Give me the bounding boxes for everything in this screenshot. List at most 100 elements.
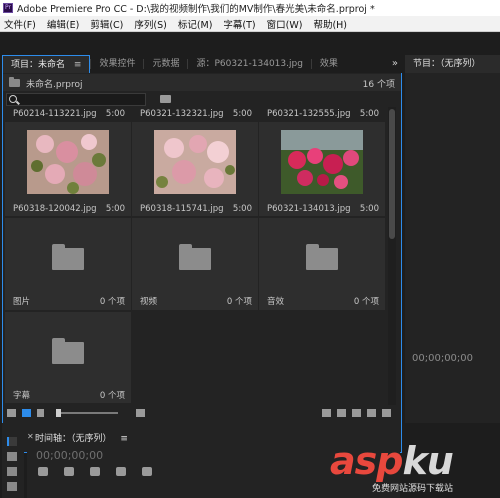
bin-name: 字幕 [13, 391, 31, 401]
tab-program[interactable]: 节目：（无序列） [405, 55, 500, 73]
watermark-subtitle: 免费网站源码下载站 [372, 484, 454, 494]
program-timecode: 00;00;00;00 [412, 353, 474, 364]
menu-help[interactable]: 帮助(H) [313, 17, 347, 31]
tab-metadata[interactable]: 元数据 [144, 55, 187, 73]
find-icon[interactable] [337, 408, 346, 417]
list-item[interactable]: P60321-132321.jpg 5:00 [132, 107, 258, 120]
menu-clip[interactable]: 剪辑(C) [90, 17, 123, 31]
ripple-edit-tool-icon[interactable] [7, 467, 17, 476]
clip-duration: 5:00 [232, 204, 252, 214]
clip-name: P60321-134013.jpg [267, 204, 351, 214]
menu-window[interactable]: 窗口(W) [267, 17, 303, 31]
list-item[interactable]: P60321-134013.jpg 5:00 [259, 122, 385, 216]
bin-folder-icon [52, 338, 84, 364]
menu-bar: 文件(F) 编辑(E) 剪辑(C) 序列(S) 标记(M) 字幕(T) 窗口(W… [0, 16, 500, 32]
bin-count: 0 个项 [99, 297, 125, 307]
new-bin-icon[interactable] [352, 408, 361, 417]
zoom-slider-handle[interactable] [56, 408, 61, 417]
icon-view-icon[interactable] [22, 408, 31, 417]
list-item[interactable]: 视频 0 个项 [132, 218, 258, 310]
clip-thumbnail [154, 130, 236, 194]
tab-source[interactable]: 源：P60321-134013.jpg [188, 55, 310, 73]
sort-icons-icon[interactable] [136, 408, 145, 417]
list-view-icon[interactable] [7, 408, 16, 417]
project-scrollbar[interactable] [388, 107, 396, 405]
list-item[interactable]: 字幕 0 个项 [5, 312, 131, 403]
search-icon [9, 94, 17, 103]
tab-effect-controls[interactable]: 效果控件 [91, 55, 143, 73]
clip-duration: 5:00 [232, 109, 252, 119]
menu-sequence[interactable]: 序列(S) [134, 17, 166, 31]
list-item[interactable]: P60321-132555.jpg 5:00 [259, 107, 385, 120]
selection-tool-icon[interactable] [7, 437, 17, 446]
project-grid: P60214-113221.jpg 5:00 P60321-132321.jpg… [3, 107, 401, 405]
project-header: 未命名.prproj 16 个项 [3, 74, 401, 92]
window-title: Adobe Premiere Pro CC - D:\我的视频制作\我们的MV制… [17, 4, 375, 15]
close-icon[interactable]: ✕ [27, 432, 34, 441]
clip-duration: 5:00 [105, 109, 125, 119]
menu-title[interactable]: 字幕(T) [223, 17, 255, 31]
program-monitor [405, 55, 500, 453]
clip-duration: 5:00 [359, 109, 379, 119]
list-item[interactable]: P60214-113221.jpg 5:00 [5, 107, 131, 120]
scrollbar-thumb[interactable] [389, 109, 395, 239]
list-item[interactable]: P60318-115741.jpg 5:00 [132, 122, 258, 216]
title-bar: Pr Adobe Premiere Pro CC - D:\我的视频制作\我们的… [0, 0, 500, 16]
menu-marker[interactable]: 标记(M) [178, 17, 213, 31]
zoom-slider[interactable] [56, 408, 118, 417]
clip-name: P60321-132555.jpg [267, 109, 351, 119]
project-toolbar [3, 405, 401, 420]
tab-timeline[interactable]: 时间轴：（无序列） ≡ [35, 431, 128, 444]
timeline-timecode: 00;00;00;00 [36, 449, 104, 462]
premiere-app-icon: Pr [3, 3, 13, 13]
clip-thumbnail [27, 130, 109, 194]
automate-to-sequence-icon[interactable] [322, 408, 331, 417]
linked-selection-icon[interactable] [64, 467, 74, 476]
new-search-bin-icon[interactable] [160, 95, 171, 103]
snap-icon[interactable] [38, 467, 48, 476]
bin-folder-icon [179, 244, 211, 270]
panel-menu-icon[interactable]: ≡ [74, 56, 82, 74]
track-select-tool-icon[interactable] [7, 452, 17, 461]
tabs-overflow-icon[interactable]: » [392, 55, 398, 73]
clip-name: P60214-113221.jpg [13, 109, 97, 119]
watermark-logo: aspku [330, 439, 454, 483]
item-count: 16 个项 [362, 79, 395, 90]
clip-duration: 5:00 [359, 204, 379, 214]
clip-name: P60321-132321.jpg [140, 109, 224, 119]
list-item[interactable]: 图片 0 个项 [5, 218, 131, 310]
clip-duration: 5:00 [105, 204, 125, 214]
bin-name: 图片 [13, 297, 31, 307]
clear-trash-icon[interactable] [382, 408, 391, 417]
bin-name: 音效 [267, 297, 285, 307]
marker-icon[interactable] [116, 467, 126, 476]
razor-tool-icon[interactable] [7, 482, 17, 491]
menu-edit[interactable]: 编辑(E) [47, 17, 79, 31]
clip-name: P60318-115741.jpg [140, 204, 224, 214]
freeform-view-icon[interactable] [37, 408, 44, 417]
clip-thumbnail [281, 130, 363, 194]
search-input[interactable] [6, 92, 146, 106]
bin-folder-icon [52, 244, 84, 270]
bin-folder-icon [306, 244, 338, 270]
panel-menu-icon[interactable]: ≡ [120, 434, 128, 444]
project-folder-icon [9, 77, 20, 87]
list-item[interactable]: 音效 0 个项 [259, 218, 385, 310]
project-filename: 未命名.prproj [26, 79, 83, 90]
new-item-icon[interactable] [367, 408, 376, 417]
list-item[interactable]: P60318-120042.jpg 5:00 [5, 122, 131, 216]
search-row [3, 91, 401, 107]
menu-file[interactable]: 文件(F) [4, 17, 36, 31]
project-tabs: 项目：未命名 ≡ 效果控件 元数据 源：P60321-134013.jpg 效果… [2, 55, 402, 73]
add-marker-icon[interactable] [90, 467, 100, 476]
tab-project[interactable]: 项目：未命名 ≡ [2, 55, 91, 74]
wrench-icon[interactable] [142, 467, 152, 476]
tab-project-label: 项目：未命名 [11, 60, 66, 70]
bin-count: 0 个项 [353, 297, 379, 307]
timeline-tools [38, 467, 168, 476]
clip-name: P60318-120042.jpg [13, 204, 97, 214]
timeline-tab-label: 时间轴：（无序列） [35, 434, 112, 444]
bin-count: 0 个项 [99, 391, 125, 401]
bin-count: 0 个项 [226, 297, 252, 307]
tab-effects[interactable]: 效果 [312, 55, 346, 73]
